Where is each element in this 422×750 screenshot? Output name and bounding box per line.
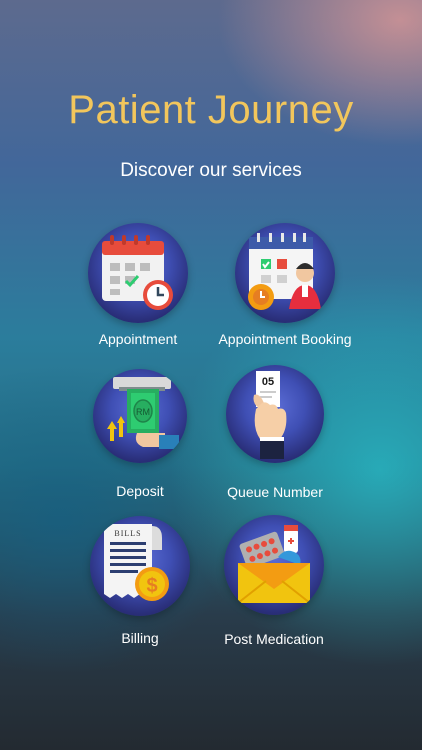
svg-text:05: 05 — [262, 376, 274, 388]
cash-deposit-icon: RM — [93, 369, 187, 463]
svg-text:RM: RM — [136, 407, 150, 417]
service-appointment-booking[interactable]: Appointment Booking — [190, 223, 380, 347]
bill-coin-icon: BILLS $ — [90, 516, 190, 616]
calendar-clock-icon — [88, 223, 188, 323]
service-label: Post Medication — [224, 631, 324, 647]
service-queue-number[interactable]: 05 Queue Number — [180, 365, 370, 500]
service-post-medication[interactable]: Post Medication — [179, 515, 369, 647]
queue-ticket-icon: 05 — [226, 365, 324, 463]
service-label: Queue Number — [227, 484, 323, 500]
page-title: Patient Journey — [68, 88, 354, 132]
medicine-envelope-icon — [224, 515, 324, 615]
service-label: Appointment Booking — [218, 331, 352, 347]
svg-text:BILLS: BILLS — [114, 529, 141, 538]
booking-calendar-doctor-icon — [235, 223, 335, 323]
svg-text:$: $ — [146, 575, 157, 597]
page-subtitle: Discover our services — [120, 160, 302, 181]
